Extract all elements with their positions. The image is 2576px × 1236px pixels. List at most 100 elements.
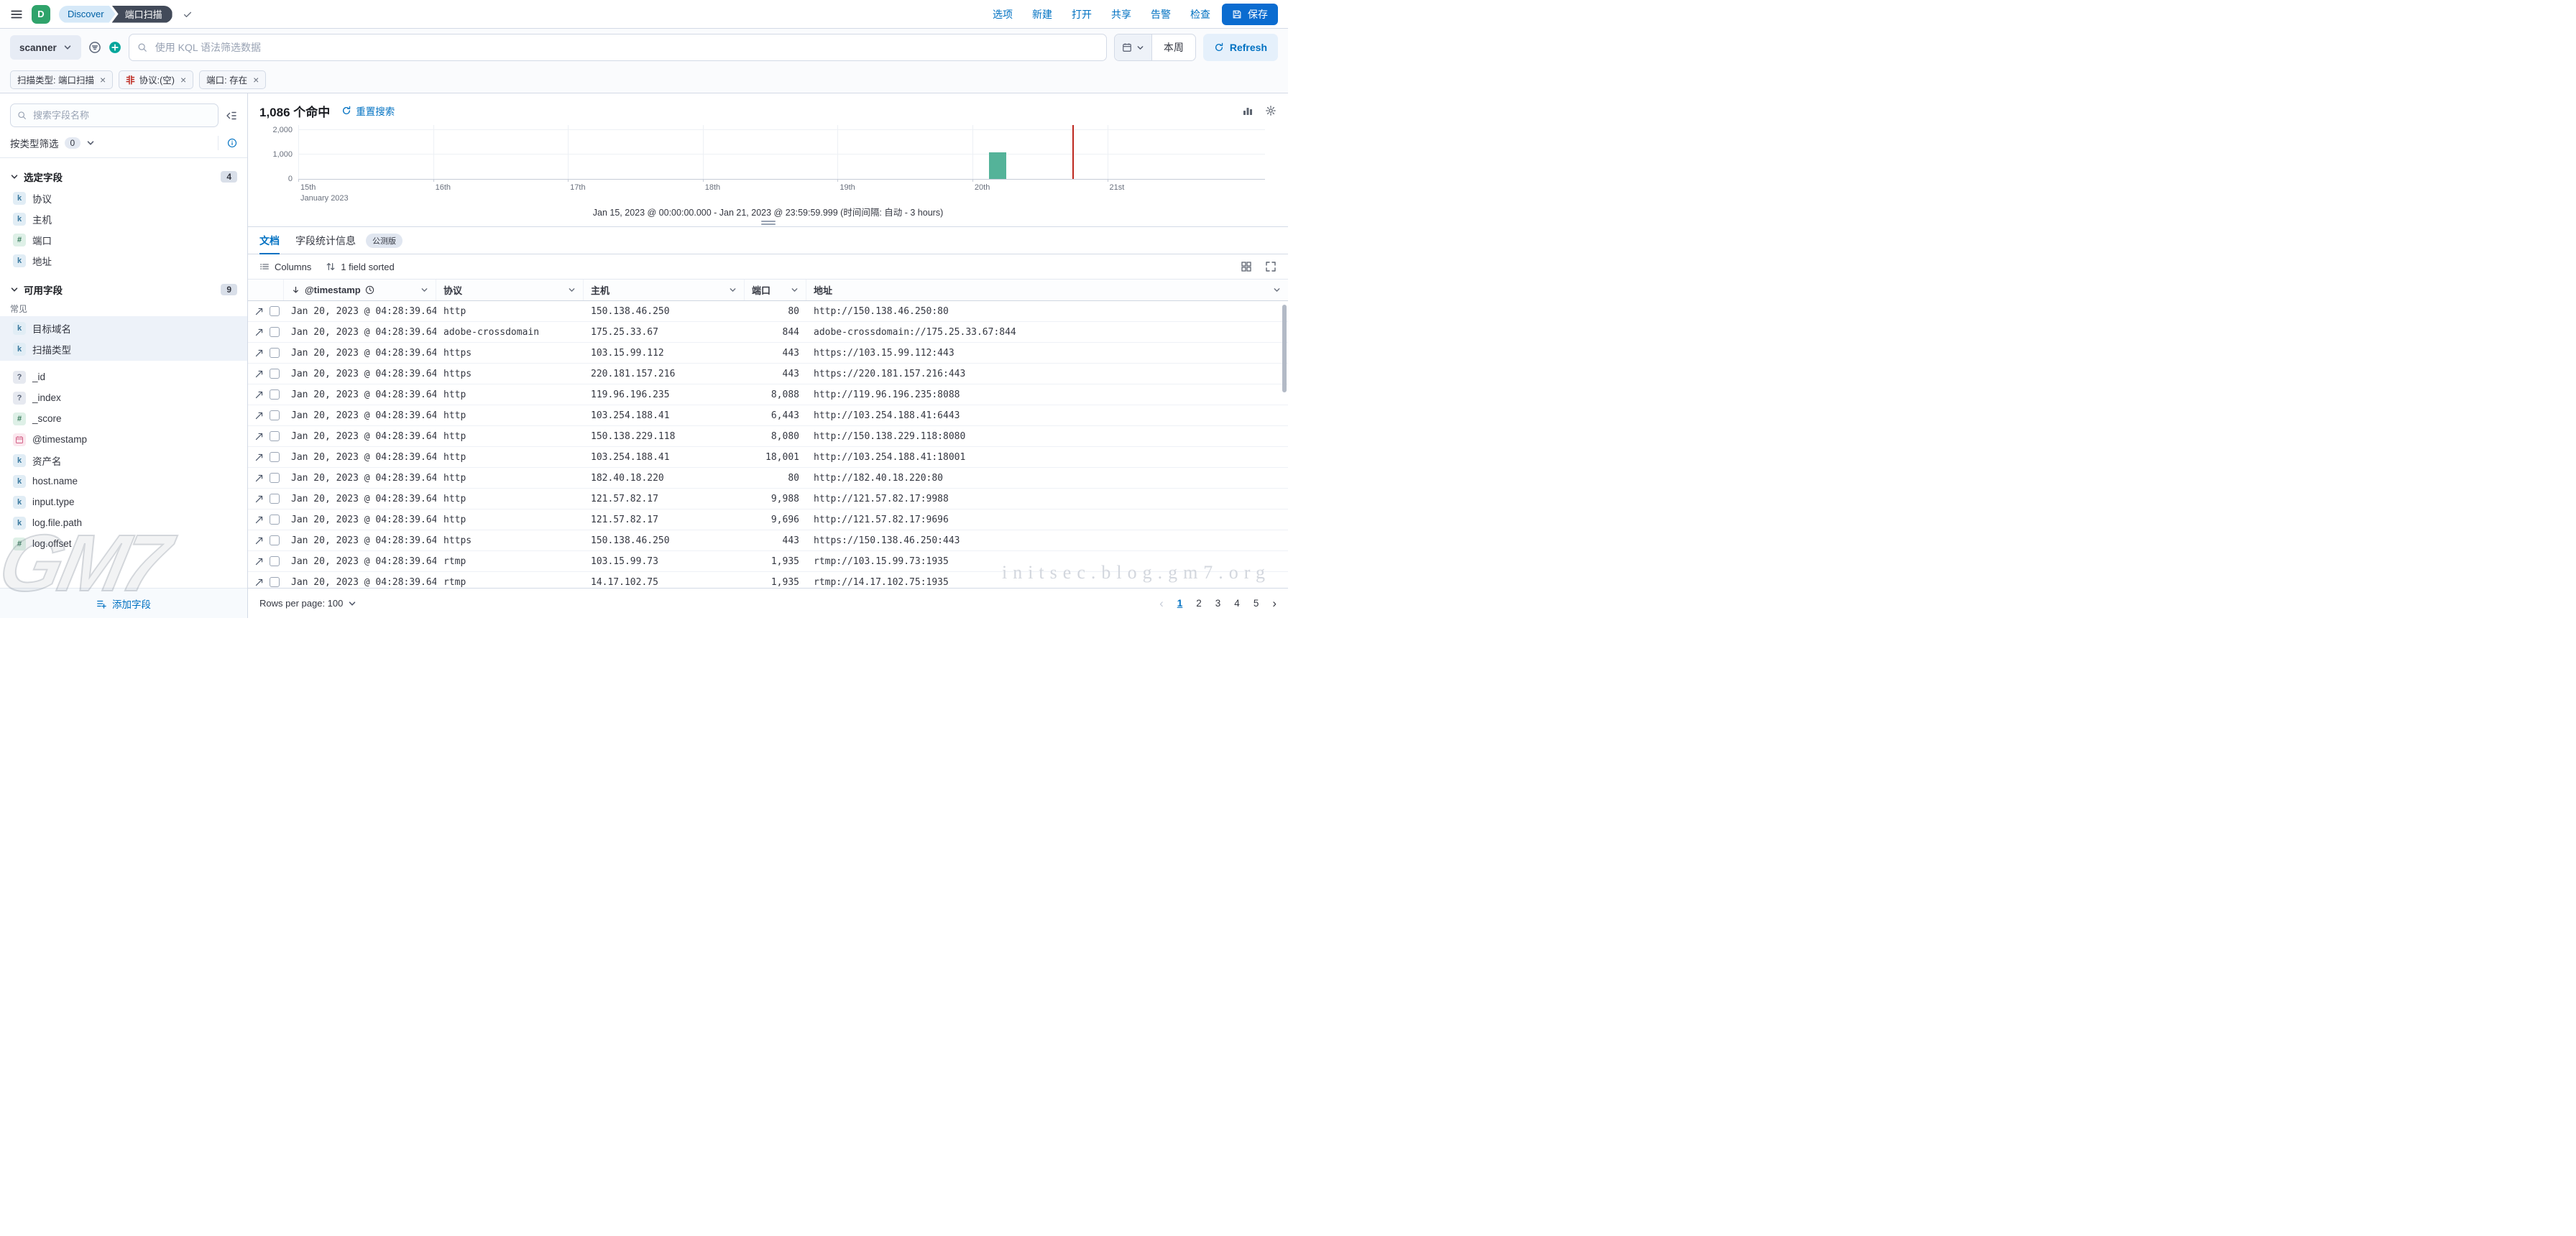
breadcrumb-current[interactable]: 端口扫描: [112, 6, 172, 23]
next-page-icon[interactable]: ›: [1272, 597, 1276, 609]
chart-options-icon[interactable]: [1242, 105, 1254, 116]
nav-open-link[interactable]: 打开: [1072, 7, 1092, 22]
field-item-_index[interactable]: ?_index: [10, 387, 237, 408]
column-menu-chevron-icon[interactable]: [420, 286, 428, 294]
field-item-host.name[interactable]: khost.name: [10, 471, 237, 492]
expand-row-icon[interactable]: [254, 494, 264, 504]
row-checkbox[interactable]: [270, 577, 280, 587]
expand-row-icon[interactable]: [254, 349, 264, 358]
menu-icon[interactable]: [10, 8, 23, 21]
page-4[interactable]: 4: [1234, 598, 1240, 609]
row-checkbox[interactable]: [270, 431, 280, 441]
filter-pill-1[interactable]: 扫描类型: 端口扫描×: [10, 70, 113, 89]
row-checkbox[interactable]: [270, 410, 280, 420]
available-fields-accordion[interactable]: 可用字段 9: [10, 282, 237, 297]
expand-row-icon[interactable]: [254, 474, 264, 483]
sort-fields-button[interactable]: 1 field sorted: [326, 262, 394, 272]
field-item-资产名[interactable]: k资产名: [10, 450, 237, 471]
vertical-scrollbar[interactable]: [1282, 305, 1287, 392]
filter-by-type-button[interactable]: 按类型筛选 0: [0, 136, 247, 158]
tab-field-statistics[interactable]: 字段统计信息: [295, 227, 356, 254]
row-checkbox[interactable]: [270, 348, 280, 358]
field-item-log.offset[interactable]: #log.offset: [10, 533, 237, 554]
row-checkbox[interactable]: [270, 389, 280, 400]
row-checkbox[interactable]: [270, 327, 280, 337]
field-search-input[interactable]: [32, 109, 211, 121]
field-item-log.file.path[interactable]: klog.file.path: [10, 512, 237, 533]
nav-inspect-link[interactable]: 检查: [1190, 7, 1210, 22]
nav-alerts-link[interactable]: 告警: [1151, 7, 1171, 22]
rows-per-page-button[interactable]: Rows per page: 100: [259, 598, 356, 609]
refresh-button[interactable]: Refresh: [1203, 34, 1278, 61]
row-checkbox[interactable]: [270, 473, 280, 483]
field-item-_id[interactable]: ?_id: [10, 366, 237, 387]
display-options-icon[interactable]: [1241, 261, 1252, 272]
expand-row-icon[interactable]: [254, 432, 264, 441]
page-1[interactable]: 1: [1177, 598, 1183, 609]
row-checkbox[interactable]: [270, 556, 280, 566]
filter-pill-2[interactable]: 非协议:(空)×: [119, 70, 193, 89]
column-header-protocol[interactable]: 协议: [436, 280, 584, 300]
saved-query-menu-icon[interactable]: [88, 41, 101, 54]
row-checkbox[interactable]: [270, 515, 280, 525]
info-icon[interactable]: [227, 138, 237, 148]
column-header-port[interactable]: 端口: [745, 280, 806, 300]
resize-handle[interactable]: [761, 221, 776, 225]
column-menu-chevron-icon[interactable]: [568, 286, 576, 294]
nav-options-link[interactable]: 选项: [993, 7, 1013, 22]
page-2[interactable]: 2: [1196, 598, 1202, 609]
kql-query-input[interactable]: [154, 41, 1098, 54]
space-avatar[interactable]: D: [32, 5, 50, 24]
save-button[interactable]: 保存: [1222, 4, 1278, 25]
page-5[interactable]: 5: [1254, 598, 1259, 609]
expand-row-icon[interactable]: [254, 390, 264, 400]
remove-filter-icon[interactable]: ×: [100, 75, 106, 85]
expand-row-icon[interactable]: [254, 578, 264, 587]
expand-row-icon[interactable]: [254, 328, 264, 337]
fullscreen-icon[interactable]: [1265, 261, 1276, 272]
column-menu-chevron-icon[interactable]: [1273, 286, 1281, 294]
page-3[interactable]: 3: [1215, 598, 1221, 609]
expand-row-icon[interactable]: [254, 536, 264, 545]
row-checkbox[interactable]: [270, 369, 280, 379]
expand-row-icon[interactable]: [254, 557, 264, 566]
gear-icon[interactable]: [1265, 105, 1276, 116]
time-range-label[interactable]: 本周: [1152, 34, 1195, 60]
calendar-menu-button[interactable]: [1115, 34, 1152, 60]
expand-row-icon[interactable]: [254, 515, 264, 525]
selected-fields-accordion[interactable]: 选定字段 4: [10, 170, 237, 184]
column-header-address[interactable]: 地址: [806, 280, 1288, 300]
column-header-host[interactable]: 主机: [584, 280, 745, 300]
field-item-input.type[interactable]: kinput.type: [10, 492, 237, 512]
field-item-扫描类型[interactable]: k扫描类型: [10, 338, 237, 359]
column-menu-chevron-icon[interactable]: [791, 286, 799, 294]
row-checkbox[interactable]: [270, 452, 280, 462]
column-header-timestamp[interactable]: @timestamp: [284, 280, 436, 300]
nav-share-link[interactable]: 共享: [1111, 7, 1131, 22]
nav-new-link[interactable]: 新建: [1032, 7, 1052, 22]
column-menu-chevron-icon[interactable]: [729, 286, 737, 294]
prev-page-icon[interactable]: ‹: [1159, 597, 1164, 609]
expand-row-icon[interactable]: [254, 369, 264, 379]
row-checkbox[interactable]: [270, 494, 280, 504]
tab-documents[interactable]: 文档: [259, 227, 280, 254]
filter-pill-3[interactable]: 端口: 存在×: [199, 70, 266, 89]
add-field-button[interactable]: 添加字段: [0, 588, 247, 618]
expand-row-icon[interactable]: [254, 453, 264, 462]
add-filter-icon[interactable]: [109, 41, 121, 54]
expand-row-icon[interactable]: [254, 411, 264, 420]
field-item-端口[interactable]: #端口: [10, 229, 237, 250]
field-item-@timestamp[interactable]: @timestamp: [10, 429, 237, 450]
breadcrumb-discover[interactable]: Discover: [59, 6, 116, 23]
columns-button[interactable]: Columns: [259, 262, 311, 272]
reset-search-button[interactable]: 重置搜索: [341, 103, 395, 118]
histogram-bar[interactable]: [989, 152, 1006, 179]
data-view-selector[interactable]: scanner: [10, 35, 81, 60]
field-item-主机[interactable]: k主机: [10, 208, 237, 229]
collapse-sidebar-icon[interactable]: [226, 110, 237, 121]
row-checkbox[interactable]: [270, 306, 280, 316]
expand-row-icon[interactable]: [254, 307, 264, 316]
field-item-目标域名[interactable]: k目标域名: [10, 318, 237, 338]
row-checkbox[interactable]: [270, 535, 280, 545]
field-item-_score[interactable]: #_score: [10, 408, 237, 429]
